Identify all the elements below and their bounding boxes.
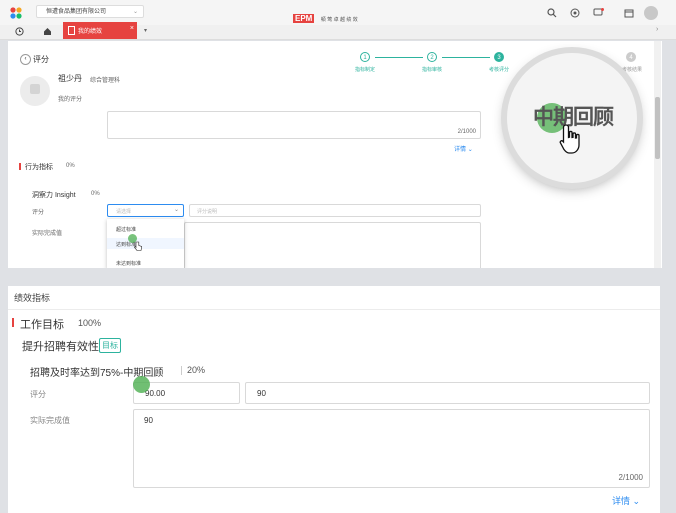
comment-counter: 2/1000: [457, 129, 476, 135]
brand-name: EPM: [293, 14, 315, 23]
section-marker: [12, 318, 14, 327]
lower-panel: 绩效指标 工作目标 100% 提升招聘有效性 目标 招聘及时率达到75%-中期回…: [8, 286, 660, 513]
item-divider: [181, 366, 182, 375]
details-label: 详情: [454, 147, 467, 153]
rating-select[interactable]: 请选择 ⌄: [107, 204, 184, 217]
rating-dropdown: 超过标准 达到标准 未达到标准: [107, 219, 184, 268]
clock-icon[interactable]: [15, 27, 24, 36]
tab-label: 我的绩效: [78, 29, 103, 35]
actual-value-label: 实际完成值: [30, 416, 70, 425]
step-2-label: 指标审核: [421, 67, 442, 73]
panel-divider: [8, 309, 660, 310]
rating-comment-placeholder: 评分说明: [197, 209, 218, 215]
details-link[interactable]: 详情 ⌄: [454, 144, 473, 153]
actual-value-counter: 2/1000: [618, 473, 643, 482]
goal-title: 提升招聘有效性: [22, 341, 99, 353]
step-1-label: 指标制定: [354, 67, 375, 73]
work-goal-title: 工作目标: [20, 319, 64, 331]
insight-pct: 0%: [91, 191, 100, 197]
step-1-circle: 1: [360, 52, 370, 62]
score-comment-input[interactable]: 90: [245, 382, 650, 404]
document-icon: [68, 26, 75, 35]
my-rating-label: 我的评分: [58, 97, 83, 103]
behavior-section-title: 行为指标: [25, 164, 53, 171]
step-connector: [442, 57, 490, 58]
chevron-down-icon: ⌄: [132, 9, 138, 15]
actual-value-textarea[interactable]: [184, 222, 481, 268]
panel-title: 绩效指标: [14, 293, 51, 303]
company-name: 恒遭食品集团有限公司: [46, 9, 107, 15]
hand-cursor-icon: [134, 241, 142, 251]
chevron-down-icon: ⌄: [467, 147, 473, 153]
dropdown-option[interactable]: 超过标准: [116, 226, 136, 233]
score-value: 90.00: [145, 389, 166, 398]
actual-value-label: 实际完成值: [32, 231, 63, 237]
rating-select-placeholder: 请选择: [116, 209, 132, 215]
actual-value-text: 90: [144, 416, 153, 425]
dropdown-option-hover[interactable]: 达到标准: [107, 238, 184, 249]
page-title: 评分: [33, 55, 49, 64]
close-icon[interactable]: ×: [130, 25, 134, 32]
user-avatar: [20, 76, 50, 106]
hand-cursor-icon: [559, 123, 583, 155]
item-pct: 20%: [187, 365, 206, 375]
step-2-circle: 2: [427, 52, 437, 62]
avatar[interactable]: [644, 6, 658, 20]
scroll-right-icon[interactable]: ›: [656, 26, 658, 33]
score-label: 评分: [30, 390, 46, 399]
step-4-circle: 4: [626, 52, 636, 62]
score-comment-value: 90: [257, 389, 266, 398]
tab-menu-chevron-icon[interactable]: ▾: [144, 27, 147, 34]
step-connector: [375, 57, 423, 58]
score-label: 评分: [32, 210, 45, 216]
back-button[interactable]: ‹: [20, 54, 31, 65]
tab-my-performance[interactable]: 我的绩效 ×: [63, 22, 137, 39]
zoom-magnifier: 中期回顾: [507, 53, 637, 183]
step-3-label: 考核评分: [488, 67, 509, 73]
details-link[interactable]: 详情 ⌄: [612, 494, 640, 507]
user-dept: 综合管理科: [90, 78, 121, 84]
insight-title: 洞察力 Insight: [32, 192, 76, 199]
actual-value-textarea[interactable]: 90 2/1000: [133, 409, 650, 488]
message-icon[interactable]: [593, 8, 604, 18]
brand-logo: EPM 頓 莺 卓 越 绩 效: [293, 8, 358, 26]
click-indicator: [133, 376, 150, 393]
user-name: 祖少丹: [58, 74, 82, 83]
dropdown-option[interactable]: 未达到标准: [116, 260, 141, 267]
search-icon[interactable]: [547, 8, 557, 18]
rating-comment-input[interactable]: 评分说明: [189, 204, 481, 217]
chevron-down-icon: ⌄: [632, 496, 641, 506]
app-logo-icon[interactable]: [10, 7, 22, 19]
work-goal-pct: 100%: [78, 318, 102, 328]
brand-subtitle: 頓 莺 卓 越 绩 效: [320, 17, 358, 23]
behavior-section-pct: 0%: [66, 163, 75, 169]
company-selector[interactable]: 恒遭食品集团有限公司 ⌄: [36, 5, 144, 18]
comment-textarea[interactable]: 2/1000: [107, 111, 481, 139]
home-icon[interactable]: [43, 27, 52, 36]
scrollbar-thumb[interactable]: [655, 97, 660, 159]
goal-tag: 目标: [99, 338, 121, 353]
section-marker: [19, 163, 21, 170]
details-label: 详情: [612, 496, 631, 506]
chevron-down-icon: ⌄: [173, 207, 179, 213]
compass-icon[interactable]: [570, 8, 580, 18]
calendar-icon[interactable]: [624, 8, 634, 18]
step-3-circle: 3: [494, 52, 504, 62]
